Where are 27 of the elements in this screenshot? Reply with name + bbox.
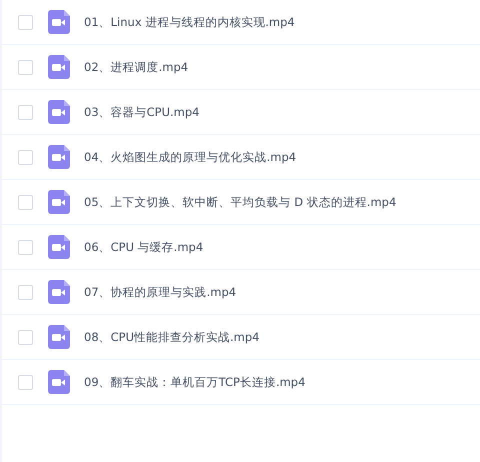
video-file-icon: [48, 145, 70, 169]
video-file-icon: [48, 325, 70, 349]
video-file-icon: [48, 190, 70, 214]
video-file-icon: [48, 370, 70, 394]
file-name[interactable]: 06、CPU 与缓存.mp4: [84, 240, 204, 254]
file-name[interactable]: 04、火焰图生成的原理与优化实战.mp4: [84, 150, 296, 164]
video-file-icon: [48, 235, 70, 259]
checkbox[interactable]: [18, 150, 33, 164]
checkbox[interactable]: [18, 60, 33, 74]
checkbox[interactable]: [18, 194, 33, 210]
file-name[interactable]: 03、容器与CPU.mp4: [84, 104, 200, 120]
checkbox[interactable]: [18, 104, 33, 120]
checkbox[interactable]: [18, 374, 33, 390]
checkbox[interactable]: [18, 330, 33, 344]
file-name[interactable]: 02、进程调度.mp4: [84, 60, 188, 74]
file-name[interactable]: 08、CPU性能排查分析实战.mp4: [84, 330, 260, 344]
video-file-icon: [48, 55, 70, 79]
checkbox[interactable]: [18, 284, 33, 300]
file-name[interactable]: 09、翻车实战：单机百万TCP长连接.mp4: [84, 374, 306, 390]
video-file-icon: [48, 100, 70, 124]
checkbox[interactable]: [18, 14, 33, 30]
video-file-icon: [48, 10, 70, 34]
file-name[interactable]: 01、Linux 进程与线程的内核实现.mp4: [84, 14, 295, 30]
file-name[interactable]: 05、上下文切换、软中断、平均负载与 D 状态的进程.mp4: [84, 194, 396, 210]
checkbox[interactable]: [18, 240, 33, 254]
file-name[interactable]: 07、协程的原理与实践.mp4: [84, 284, 236, 300]
video-file-icon: [48, 280, 70, 304]
